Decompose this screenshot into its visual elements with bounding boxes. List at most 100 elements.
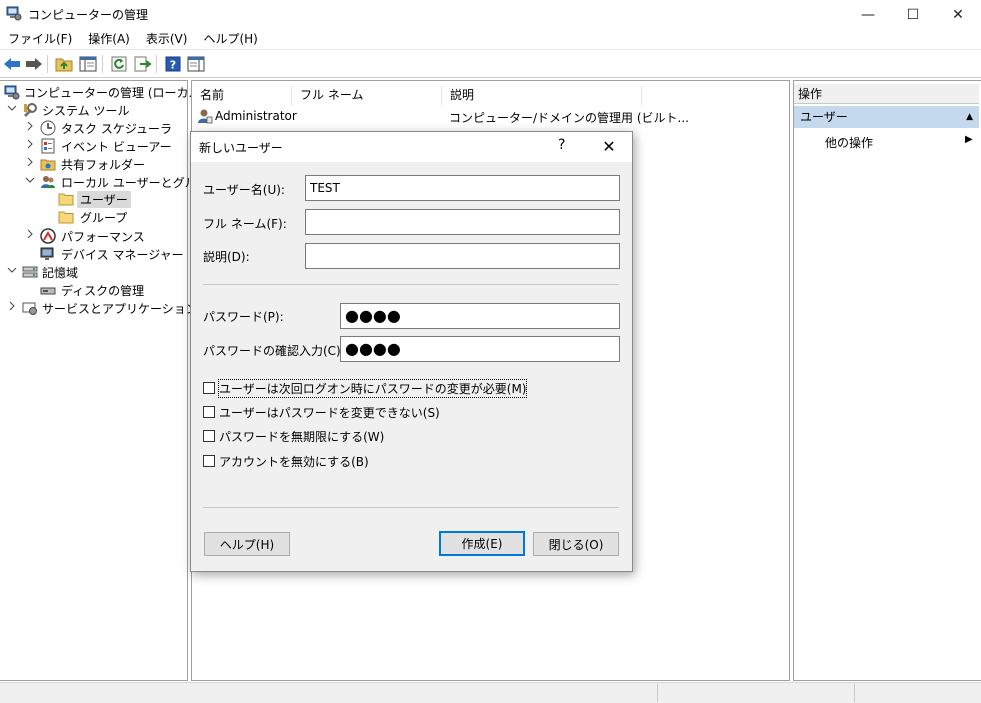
description-field[interactable] [305,243,620,269]
toolbar-separator [47,55,48,73]
actions-pane [793,80,981,681]
tree-item-users[interactable]: ユーザー [0,190,186,208]
actions-section-users[interactable]: ユーザー ▲ [794,106,979,128]
tree-item-label: コンピューターの管理 (ローカル) [24,86,206,100]
tree-item-event-viewer[interactable]: イベント ビューアー [0,137,186,155]
tree-item-device-manager[interactable]: デバイス マネージャー [0,245,186,263]
help-button[interactable]: ヘルプ(H) [204,532,290,556]
menu-help[interactable]: ヘルプ(H) [195,29,265,50]
dialog-separator [203,507,619,508]
users-group-icon [40,174,56,190]
status-bar [0,682,981,703]
computer-management-icon [4,84,20,100]
up-folder-icon[interactable] [54,54,74,74]
menu-action[interactable]: 操作(A) [80,29,138,50]
table-row[interactable]: Administrator コンピューター/ドメインの管理用 (ビルト... [192,107,689,125]
tree-item-local-users-groups[interactable]: ローカル ユーザーとグループ [0,173,220,191]
tree-item-services-apps[interactable]: サービスとアプリケーション [0,299,198,317]
system-tools-icon [22,102,38,118]
chevron-right-icon[interactable] [25,121,35,134]
chevron-right-icon[interactable] [25,157,35,170]
clock-icon [40,120,56,136]
must-change-password-checkbox[interactable]: ユーザーは次回ログオン時にパスワードの変更が必要(M) [203,379,528,398]
disk-icon [40,282,56,298]
status-divider [854,684,855,702]
tree-item-disk-management[interactable]: ディスクの管理 [0,281,186,299]
dialog-close-button[interactable]: ✕ [597,134,621,158]
tree-item-label: ユーザー [77,191,131,208]
checkbox-label: ユーザーはパスワードを変更できない(S) [219,406,440,420]
confirm-password-field[interactable]: ●●●● [340,336,620,362]
tree-item-label: デバイス マネージャー [61,248,184,262]
password-never-expires-checkbox[interactable]: パスワードを無期限にする(W) [203,427,493,445]
tree-item-system-tools[interactable]: システム ツール [0,101,186,119]
menu-file[interactable]: ファイル(F) [0,29,80,50]
menu-bar: ファイル(F) 操作(A) 表示(V) ヘルプ(H) [0,29,981,50]
shared-folder-icon [40,156,56,172]
tree-item-label: イベント ビューアー [61,140,172,154]
confirm-password-label: パスワードの確認入力(C): [203,344,345,358]
tree-item-task-scheduler[interactable]: タスク スケジューラ [0,119,186,137]
cannot-change-password-checkbox[interactable]: ユーザーはパスワードを変更できない(S) [203,403,493,421]
column-header-description[interactable]: 説明 [442,86,642,106]
tree-item-shared-folders[interactable]: 共有フォルダー [0,155,186,173]
export-list-icon[interactable] [133,54,153,74]
computer-management-icon [6,6,22,21]
show-hide-action-pane-icon[interactable] [186,54,206,74]
actions-section-label: ユーザー [800,110,848,124]
help-icon[interactable]: ? [163,54,183,74]
performance-icon [40,228,56,244]
row-name: Administrator [215,109,297,123]
status-divider [657,684,658,702]
dialog-separator [203,284,619,285]
refresh-icon[interactable] [109,54,129,74]
tree-item-label: 共有フォルダー [61,158,146,172]
show-hide-tree-icon[interactable] [78,54,98,74]
create-button[interactable]: 作成(E) [439,531,525,556]
tree-item-groups[interactable]: グループ [0,208,186,226]
password-field[interactable]: ●●●● [340,303,620,329]
checkbox-box[interactable] [203,406,215,418]
action-label: 他の操作 [825,136,874,150]
close-window-button[interactable]: ✕ [935,0,981,29]
forward-icon[interactable] [24,54,44,74]
collapse-up-icon[interactable]: ▲ [966,106,973,128]
action-more-actions[interactable]: 他の操作 ▶ [794,132,979,152]
chevron-right-icon[interactable] [25,229,35,242]
tree-item-performance[interactable]: パフォーマンス [0,227,186,245]
tree-item-storage[interactable]: 記憶域 [0,263,186,281]
submenu-arrow-icon: ▶ [965,134,973,145]
services-icon [22,300,38,316]
tree-item-label: サービスとアプリケーション [42,302,198,316]
user-icon [197,108,213,124]
back-icon[interactable] [2,54,22,74]
device-manager-icon [40,246,56,262]
column-header-fullname[interactable]: フル ネーム [292,86,442,106]
fullname-field[interactable] [305,209,620,235]
chevron-right-icon[interactable] [25,139,35,152]
tree-item-computer-management[interactable]: コンピューターの管理 (ローカル) [0,83,205,101]
checkbox-box[interactable] [203,455,215,467]
storage-icon [22,264,38,280]
tree-item-label: 記憶域 [42,266,79,280]
chevron-right-icon[interactable] [7,301,17,314]
column-header-name[interactable]: 名前 [192,86,292,106]
maximize-button[interactable]: ☐ [890,0,936,29]
close-button[interactable]: 閉じる(O) [533,532,619,556]
tree-item-label: タスク スケジューラ [61,122,172,136]
username-field[interactable] [305,175,620,201]
chevron-down-icon[interactable] [7,103,17,116]
checkbox-box[interactable] [203,382,215,394]
checkbox-box[interactable] [203,430,215,442]
tree-item-label: グループ [80,211,128,225]
chevron-down-icon[interactable] [25,175,35,188]
window-title: コンピューターの管理 [28,8,149,22]
chevron-down-icon[interactable] [7,265,17,278]
account-disabled-checkbox[interactable]: アカウントを無効にする(B) [203,452,493,470]
minimize-button[interactable]: — [845,0,891,29]
event-viewer-icon [40,138,56,154]
folder-icon [58,209,74,225]
password-label: パスワード(P): [203,310,284,324]
menu-view[interactable]: 表示(V) [138,29,196,50]
dialog-help-button[interactable]: ? [558,137,565,153]
